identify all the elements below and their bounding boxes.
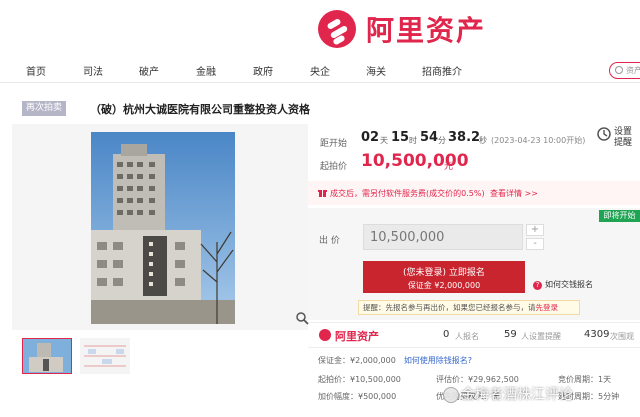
nav-item-home[interactable]: 首页 — [26, 63, 46, 78]
start-price-label: 起拍价 — [320, 162, 348, 172]
countdown-seconds-unit: 秒 — [479, 136, 487, 145]
search-placeholder: 资产 — [626, 66, 640, 75]
service-fee-notice: 成交后，需另付软件服务费(成交价的0.5%) 查看详情 >> — [308, 181, 640, 205]
listing-title-bar: 再次拍卖 （破）杭州大诚医院有限公司重整投资人资格 — [12, 97, 640, 123]
brand-mini-icon — [319, 329, 331, 341]
login-link[interactable]: 先登录 — [536, 303, 559, 312]
start-price-unit: 元 — [444, 162, 454, 172]
login-tip-text: 提醒：先报名参与再出价，如果您已经报名参与，请 — [363, 303, 536, 312]
register-now-button[interactable]: (您未登录) 立即报名 保证金 ¥2,000,000 — [363, 261, 525, 293]
main-nav: 首页 司法 破产 金融 政府 央企 海关 招商推介 — [0, 59, 640, 83]
bid-label: 出 价 — [319, 236, 340, 246]
stats-bar: 阿里资产 0 人报名 59 人设置提醒 4309 次围观 — [308, 322, 640, 348]
bid-amount-input[interactable]: 10,500,000 — [363, 224, 523, 250]
nav-item-judicial[interactable]: 司法 — [83, 63, 103, 78]
set-reminder-line2: 提醒 — [614, 138, 633, 148]
signup-label: 人报名 — [455, 332, 479, 341]
watermark-text: 金梅者酒株江评论 — [461, 387, 573, 403]
countdown-label: 距开始 — [320, 139, 348, 149]
deposit-help-link[interactable]: 如何使用除钱报名? — [404, 356, 472, 365]
bid-decrease-button[interactable]: - — [526, 238, 544, 250]
header: 阿里资产 — [0, 0, 640, 60]
signup-count: 0 — [443, 329, 450, 340]
thumbnail-building[interactable] — [22, 338, 72, 374]
main-photo-area — [12, 124, 309, 330]
nav-item-central-soe[interactable]: 央企 — [310, 63, 330, 78]
countdown-hours-unit: 时 — [409, 136, 417, 145]
clock-icon — [597, 127, 611, 141]
view-label: 次围观 — [610, 332, 634, 341]
how-to-pay-label: 如何交钱报名 — [545, 280, 593, 289]
nav-item-customs[interactable]: 海关 — [366, 63, 386, 78]
help-icon: ? — [533, 281, 542, 290]
nav-item-bankruptcy[interactable]: 破产 — [139, 63, 159, 78]
nav-item-finance[interactable]: 金融 — [196, 63, 216, 78]
countdown-minutes-unit: 分 — [438, 136, 446, 145]
status-badge: 即将开始 — [599, 210, 640, 222]
countdown-hours: 15 — [391, 130, 410, 145]
service-fee-text: 成交后，需另付软件服务费(成交价的0.5%) — [330, 189, 485, 198]
login-tip: 提醒：先报名参与再出价，如果您已经报名参与，请先登录 — [358, 300, 580, 315]
brand-logo-icon — [318, 10, 356, 48]
countdown-minutes: 54 — [420, 130, 439, 145]
service-fee-link[interactable]: 查看详情 >> — [490, 188, 538, 199]
countdown-days: 02 — [361, 130, 380, 145]
register-deposit-label: 保证金 ¥2,000,000 — [407, 281, 481, 290]
main-photo[interactable] — [91, 132, 235, 324]
brand-logo[interactable]: 阿里资产 — [318, 9, 486, 49]
register-now-label: (您未登录) 立即报名 — [403, 268, 485, 278]
brand-mini-name: 阿里资产 — [335, 330, 379, 343]
gift-icon — [318, 190, 327, 197]
rerun-badge: 再次拍卖 — [22, 101, 67, 116]
nav-item-investment[interactable]: 招商推介 — [422, 63, 462, 78]
countdown-days-unit: 天 — [380, 136, 388, 145]
brand-name: 阿里资产 — [366, 14, 487, 47]
countdown-seconds: 38.2 — [448, 130, 481, 145]
view-count: 4309 — [584, 329, 610, 340]
watermark-icon — [443, 387, 459, 403]
listing-title: （破）杭州大诚医院有限公司重整投资人资格 — [90, 103, 310, 116]
bid-panel: 即将开始 出 价 10,500,000 + - (您未登录) 立即报名 保证金 … — [308, 208, 640, 320]
thumbnail-floorplan[interactable] — [80, 338, 130, 374]
zoom-icon[interactable] — [295, 310, 309, 325]
bid-amount-value: 10,500,000 — [370, 230, 445, 245]
deposit-row: 保证金：¥2,000,000 如何使用除钱报名? — [318, 355, 472, 366]
detail-increment: 加价幅度：¥500,000 — [318, 392, 397, 401]
set-reminder-button[interactable]: 设置 提醒 — [594, 124, 640, 164]
deposit-value: 保证金：¥2,000,000 — [318, 356, 396, 365]
start-time-note: (2023-04-23 10:00开始) — [491, 136, 586, 145]
search-icon — [615, 66, 623, 74]
detail-start-price: 起拍价：¥10,500,000 — [318, 375, 401, 384]
nav-item-government[interactable]: 政府 — [253, 63, 273, 78]
reminder-label: 人设置提醒 — [521, 332, 561, 341]
reminder-count: 59 — [504, 329, 517, 340]
search-input[interactable]: 资产 — [609, 62, 640, 79]
bid-increase-button[interactable]: + — [526, 224, 544, 236]
how-to-pay-link[interactable]: ? 如何交钱报名 — [533, 279, 593, 290]
